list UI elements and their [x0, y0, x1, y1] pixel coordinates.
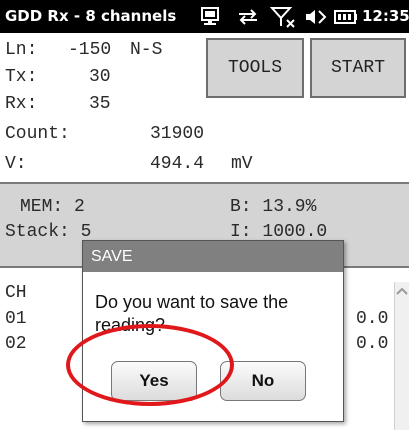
channel-row-02-value: 0.0	[356, 334, 389, 354]
status-bar: GDD Rx - 8 channels 12:35	[0, 0, 409, 33]
channel-scrollbar[interactable]	[394, 282, 409, 430]
start-button[interactable]: START	[310, 38, 406, 98]
tx-label: Tx:	[5, 67, 38, 87]
save-dialog: SAVE Do you want to save the reading? Ye…	[82, 240, 344, 422]
count-label: Count:	[5, 124, 70, 144]
rx-label: Rx:	[5, 94, 38, 114]
ln-label: Ln:	[5, 40, 38, 60]
yes-button[interactable]: Yes	[111, 361, 197, 401]
voltage-label: V:	[5, 154, 27, 174]
volume-icon[interactable]	[304, 6, 328, 28]
network-icon[interactable]	[236, 7, 260, 27]
clock[interactable]: 12:35	[362, 7, 409, 25]
tx-value: 30	[89, 67, 111, 87]
voltage-value: 494.4	[150, 154, 205, 174]
app-title[interactable]: GDD Rx - 8 channels	[5, 7, 195, 25]
no-button[interactable]: No	[220, 361, 306, 401]
rx-value: 35	[89, 94, 111, 114]
i-readout: I: 1000.0	[230, 222, 328, 242]
channel-row-01-value: 0.0	[356, 309, 389, 329]
dialog-title: SAVE	[83, 241, 343, 272]
sync-icon[interactable]	[200, 7, 222, 27]
count-value: 31900	[150, 124, 205, 144]
b-readout: B: 13.9%	[230, 197, 317, 217]
dialog-message: Do you want to save the reading?	[95, 292, 289, 335]
battery-icon[interactable]	[334, 9, 358, 25]
stack-readout: Stack: 5	[5, 222, 92, 242]
channel-row-01-label: 01	[5, 309, 27, 329]
signal-icon[interactable]	[270, 6, 296, 28]
ln-value: -150	[68, 40, 112, 60]
channel-header: CH	[5, 283, 27, 303]
tools-button[interactable]: TOOLS	[206, 38, 304, 98]
voltage-unit: mV	[231, 154, 253, 174]
ln-direction: N-S	[130, 40, 163, 60]
mem-readout: MEM: 2	[20, 197, 85, 217]
scroll-up-icon[interactable]	[395, 284, 409, 298]
channel-row-02-label: 02	[5, 334, 27, 354]
